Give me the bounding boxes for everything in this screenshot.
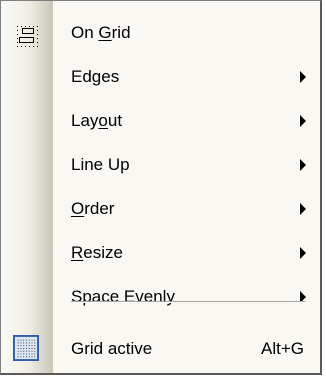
menu-item-shortcut: Alt+G xyxy=(261,339,304,358)
menu-item-on-grid[interactable]: On Grid xyxy=(1,11,320,55)
menu-item-label: Order xyxy=(71,199,115,218)
on-grid-icon xyxy=(17,26,38,47)
menu-separator xyxy=(71,301,306,303)
submenu-arrow-icon xyxy=(300,71,306,83)
menu-item-layout[interactable]: Layout xyxy=(1,99,320,143)
menu-item-label: Space Evenly xyxy=(71,287,175,306)
submenu-arrow-icon xyxy=(300,159,306,171)
menu-item-label: Grid active xyxy=(71,339,153,358)
menu-item-order[interactable]: Order xyxy=(1,187,320,231)
menu-item-label: Resize xyxy=(71,243,123,262)
menu-item-label: Edges xyxy=(71,67,120,86)
context-menu: On Grid Edges Layout Line Up Order Resiz… xyxy=(0,0,322,375)
submenu-arrow-icon xyxy=(300,247,306,259)
menu-item-space-evenly[interactable]: Space Evenly xyxy=(1,275,320,319)
menu-item-line-up[interactable]: Line Up xyxy=(1,143,320,187)
menu-item-edges[interactable]: Edges xyxy=(1,55,320,99)
grid-active-icon xyxy=(13,335,39,361)
menu-item-label: Layout xyxy=(71,111,123,130)
submenu-arrow-icon xyxy=(300,115,306,127)
menu-item-grid-active[interactable]: Grid active Alt+G xyxy=(1,327,320,371)
menu-item-label: Line Up xyxy=(71,155,130,174)
menu-item-label: On Grid xyxy=(71,23,131,42)
menu-item-resize[interactable]: Resize xyxy=(1,231,320,275)
submenu-arrow-icon xyxy=(300,203,306,215)
